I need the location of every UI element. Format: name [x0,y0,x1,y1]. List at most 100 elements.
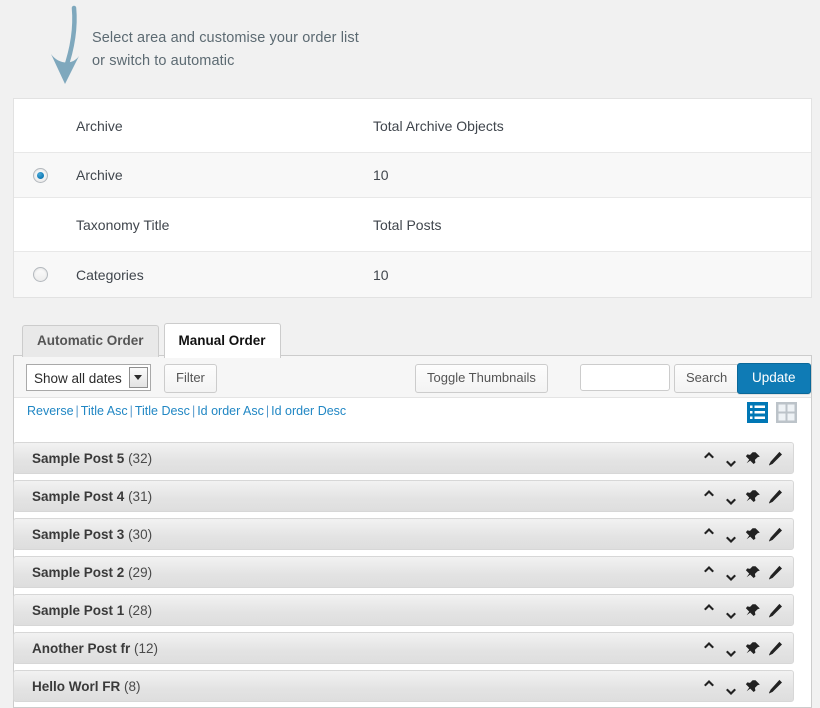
archive-row-count: 10 [373,167,389,183]
edit-icon[interactable] [767,451,783,467]
post-row[interactable]: Sample Post 1 (28) [13,594,794,626]
view-toggle-group [747,402,797,423]
post-title: Sample Post 5 (32) [32,451,152,466]
row-actions [701,595,783,627]
search-button[interactable]: Search [674,364,740,393]
tab-automatic-order[interactable]: Automatic Order [22,325,159,357]
list-toolbar: Show all dates Filter Toggle Thumbnails … [14,356,811,398]
search-input[interactable] [580,364,670,391]
move-up-icon[interactable] [701,637,717,653]
edit-icon[interactable] [767,603,783,619]
edit-icon[interactable] [767,489,783,505]
post-title: Sample Post 4 (31) [32,489,152,504]
post-id: (12) [134,641,159,656]
post-title: Sample Post 3 (30) [32,527,152,542]
pin-icon[interactable] [745,679,761,695]
sort-separator-2: | [129,404,133,418]
pin-icon[interactable] [745,489,761,505]
move-up-icon[interactable] [701,561,717,577]
annotation-line-2: or switch to automatic [92,53,235,69]
categories-row-count: 10 [373,266,389,283]
radio-archive[interactable] [32,167,48,183]
post-row[interactable]: Sample Post 3 (30) [13,518,794,550]
pin-icon[interactable] [745,641,761,657]
radio-categories[interactable] [32,267,48,282]
update-button[interactable]: Update [737,363,811,394]
post-title-text: Sample Post 4 [32,489,125,504]
post-title: Hello Worl FR (8) [32,679,141,694]
sort-bar: Reverse | Title Asc | Title Desc | Id order As… [14,398,811,428]
categories-radio-cell[interactable] [14,267,62,282]
post-id: (28) [128,603,153,618]
date-filter-value: Show all dates [34,371,122,386]
post-row[interactable]: Sample Post 2 (29) [13,556,794,588]
move-up-icon[interactable] [701,675,717,691]
table-row-archive[interactable]: Archive 10 [14,153,811,198]
edit-icon[interactable] [767,641,783,657]
post-title: Sample Post 1 (28) [32,603,152,618]
sort-link-id-desc[interactable]: Id order Desc [271,404,346,418]
move-up-icon[interactable] [701,523,717,539]
row-actions [701,443,783,475]
pin-icon[interactable] [745,451,761,467]
move-down-icon[interactable] [723,570,739,586]
row-actions [701,633,783,665]
annotation-callout: Select area and customise your order lis… [0,0,820,92]
sort-link-title-asc[interactable]: Title Asc [81,404,128,418]
sort-links: Reverse | Title Asc | Title Desc | Id order As… [27,404,811,418]
categories-row-title: Categories [76,266,144,283]
move-up-icon[interactable] [701,485,717,501]
edit-icon[interactable] [767,565,783,581]
sort-link-id-asc[interactable]: Id order Asc [197,404,264,418]
move-down-icon[interactable] [723,684,739,700]
archive-header-row: Archive Total Archive Objects [14,99,811,153]
toggle-thumbnails-button[interactable]: Toggle Thumbnails [415,364,548,393]
move-up-icon[interactable] [701,599,717,615]
post-row[interactable]: Another Post fr (12) [13,632,794,664]
move-down-icon[interactable] [723,532,739,548]
post-id: (29) [128,565,153,580]
archive-selection-table: Archive Total Archive Objects Archive 10… [13,98,812,298]
archive-count-column-header: Total Archive Objects [373,117,504,134]
edit-icon[interactable] [767,679,783,695]
tab-manual-order[interactable]: Manual Order [163,323,281,358]
move-down-icon[interactable] [723,608,739,624]
post-title-text: Hello Worl FR [32,679,121,694]
move-down-icon[interactable] [723,494,739,510]
post-title-text: Sample Post 3 [32,527,125,542]
post-row[interactable]: Sample Post 5 (32) [13,442,794,474]
archive-column-header: Archive [76,117,123,134]
list-view-icon[interactable] [747,402,768,423]
archive-radio-cell[interactable] [14,167,62,183]
post-id: (32) [128,451,153,466]
edit-icon[interactable] [767,527,783,543]
pin-icon[interactable] [745,565,761,581]
row-actions [701,557,783,589]
archive-row-title: Archive [76,167,123,183]
date-filter-select[interactable]: Show all dates [26,364,151,391]
sort-link-reverse[interactable]: Reverse [27,404,74,418]
post-title-text: Another Post fr [32,641,131,656]
annotation-line-1: Select area and customise your order lis… [92,30,359,46]
post-row[interactable]: Sample Post 4 (31) [13,480,794,512]
sort-link-title-desc[interactable]: Title Desc [135,404,190,418]
post-title-text: Sample Post 1 [32,603,125,618]
move-down-icon[interactable] [723,456,739,472]
sortable-post-list: Sample Post 5 (32) Sample Post 4 (31) Samp… [13,442,794,708]
chevron-down-icon[interactable] [128,367,148,388]
filter-button[interactable]: Filter [164,364,217,393]
grid-view-icon[interactable] [776,402,797,423]
move-up-icon[interactable] [701,447,717,463]
post-title-text: Sample Post 2 [32,565,125,580]
move-down-icon[interactable] [723,646,739,662]
sort-separator-1: | [75,404,79,418]
post-id: (31) [128,489,153,504]
post-title-text: Sample Post 5 [32,451,125,466]
post-id: (30) [128,527,153,542]
pin-icon[interactable] [745,527,761,543]
post-id: (8) [124,679,141,694]
table-row-categories[interactable]: Categories 10 [14,252,811,298]
post-row[interactable]: Hello Worl FR (8) [13,670,794,702]
order-mode-tabs: Automatic Order Manual Order [22,323,281,358]
pin-icon[interactable] [745,603,761,619]
